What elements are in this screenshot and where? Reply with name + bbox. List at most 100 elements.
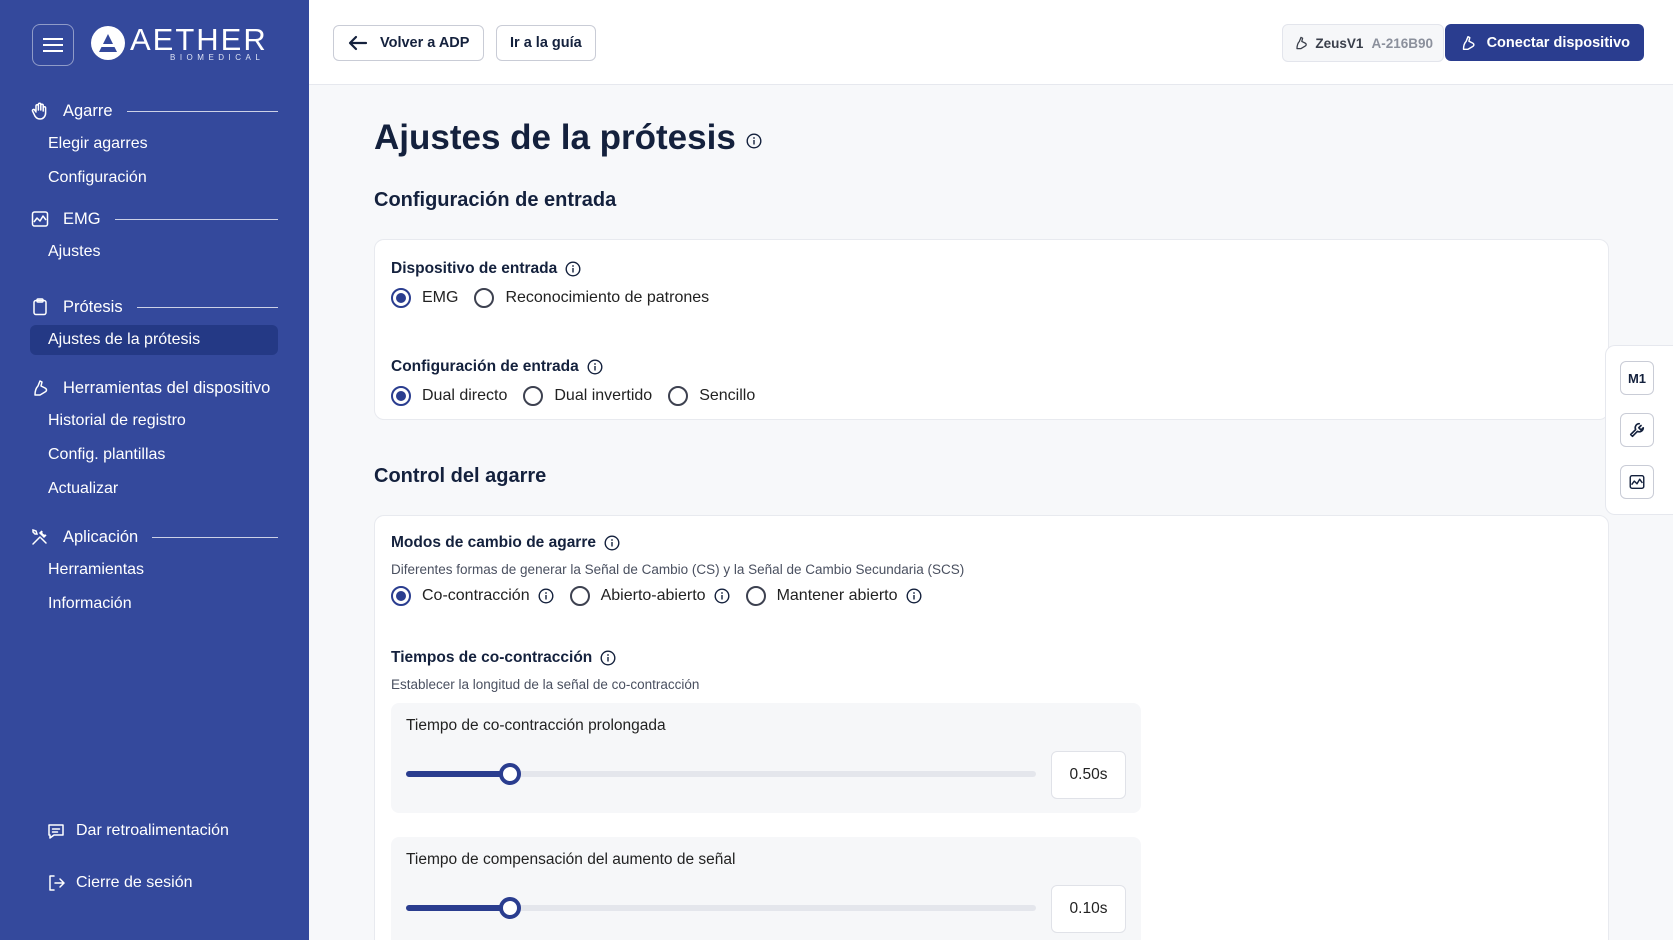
- radio-dot[interactable]: [474, 288, 495, 308]
- info-icon[interactable]: [906, 588, 922, 604]
- sidebar-item-ajustes[interactable]: Ajustes: [30, 237, 278, 267]
- section-title-input: Configuración de entrada: [374, 189, 617, 211]
- right-tool-rail: M1: [1605, 345, 1673, 515]
- radio-label: Dual invertido: [554, 387, 653, 404]
- back-to-adp-button[interactable]: Volver a ADP: [333, 25, 485, 61]
- sidebar-item-historial-registro[interactable]: Historial de registro: [30, 406, 278, 436]
- wrench-button[interactable]: [1620, 413, 1654, 447]
- nav-heading-label: Herramientas del dispositivo: [63, 378, 271, 397]
- nav-heading-label: EMG: [63, 209, 101, 228]
- nav-heading-protesis: Prótesis: [30, 293, 278, 321]
- radio-emg[interactable]: EMG: [391, 288, 458, 308]
- radio-label: Dual directo: [422, 387, 508, 404]
- nav-heading-label: Agarre: [63, 101, 113, 120]
- slider-thumb[interactable]: [498, 897, 521, 919]
- radio-label: Abierto-abierto: [600, 587, 706, 604]
- tools-icon: [30, 527, 50, 547]
- radio-dot[interactable]: [391, 386, 411, 406]
- sidebar-item-elegir-agarres[interactable]: Elegir agarres: [30, 129, 278, 159]
- nav-heading-label: Prótesis: [63, 297, 123, 316]
- sidebar-item-actualizar[interactable]: Actualizar: [30, 474, 278, 504]
- info-icon[interactable]: [714, 588, 730, 604]
- prosthesis-icon: [30, 378, 50, 398]
- radio-dot[interactable]: [391, 288, 411, 308]
- divider: [152, 536, 278, 538]
- radio-label: Mantener abierto: [776, 587, 898, 604]
- chat-feedback-icon: [46, 821, 66, 841]
- slider-label: Tiempo de compensación del aumento de se…: [406, 851, 736, 868]
- slider-thumb[interactable]: [498, 763, 521, 785]
- clipboard-icon: [30, 297, 50, 317]
- slider-track[interactable]: [406, 763, 1036, 785]
- radio-pattern-recognition[interactable]: Reconocimiento de patrones: [474, 288, 709, 308]
- grip-modes-radio-group: Co-contracción Abierto-abierto Mantener …: [391, 586, 938, 606]
- hand-icon: [30, 101, 50, 121]
- connect-device-button[interactable]: Conectar dispositivo: [1444, 24, 1644, 61]
- aether-logo: AETHER BIOMEDICAL: [90, 24, 268, 62]
- field-label-input-device: Dispositivo de entrada: [391, 260, 581, 278]
- radio-label: Co-contracción: [422, 587, 530, 604]
- nav-heading-agarre: Agarre: [30, 97, 278, 125]
- emg-chart-icon: [1629, 474, 1645, 490]
- radio-open-open[interactable]: Abierto-abierto: [569, 586, 730, 606]
- page-title-text: Ajustes de la prótesis: [374, 118, 736, 157]
- page-title: Ajustes de la prótesis: [374, 118, 762, 158]
- radio-hold-open[interactable]: Mantener abierto: [745, 586, 922, 606]
- info-icon[interactable]: [538, 588, 554, 604]
- main-content: Ajustes de la prótesis Configuración de …: [309, 85, 1673, 940]
- slider-label: Tiempo de co-contracción prolongada: [406, 717, 666, 734]
- radio-dual-inverted[interactable]: Dual invertido: [523, 386, 652, 406]
- back-button-label: Volver a ADP: [380, 35, 470, 51]
- field-label-text: Dispositivo de entrada: [391, 260, 558, 277]
- slider-long-co-contraction: Tiempo de co-contracción prolongada 0.50…: [391, 703, 1141, 813]
- radio-dot[interactable]: [391, 586, 411, 606]
- m1-button[interactable]: M1: [1620, 361, 1654, 395]
- radio-single[interactable]: Sencillo: [668, 386, 755, 406]
- logout-link[interactable]: Cierre de sesión: [46, 873, 193, 893]
- device-id: A-216B90: [1371, 35, 1433, 51]
- radio-dual-direct[interactable]: Dual directo: [391, 386, 507, 406]
- info-icon[interactable]: [587, 359, 603, 375]
- wrench-icon: [1629, 422, 1645, 438]
- nav-section-emg: EMG Ajustes: [30, 205, 278, 267]
- brand-name: AETHER: [130, 22, 268, 57]
- radio-dot[interactable]: [569, 586, 590, 606]
- slider-value-input[interactable]: 0.50s: [1051, 751, 1126, 799]
- sidebar-item-configuracion[interactable]: Configuración: [30, 163, 278, 193]
- emg-view-button[interactable]: [1620, 465, 1654, 499]
- radio-label: Reconocimiento de patrones: [505, 289, 710, 306]
- feedback-label: Dar retroalimentación: [76, 822, 229, 839]
- nav-heading-emg: EMG: [30, 205, 278, 233]
- slider-fill: [406, 771, 510, 777]
- go-to-guide-button[interactable]: Ir a la guía: [496, 25, 596, 61]
- menu-toggle-button[interactable]: [32, 24, 74, 66]
- radio-dot[interactable]: [668, 386, 689, 406]
- brand-subtitle: BIOMEDICAL: [170, 53, 265, 62]
- divider: [126, 110, 278, 112]
- grip-control-card: Modos de cambio de agarre Diferentes for…: [374, 515, 1609, 940]
- info-icon[interactable]: [746, 132, 762, 149]
- radio-dot[interactable]: [745, 586, 766, 606]
- feedback-link[interactable]: Dar retroalimentación: [46, 821, 229, 841]
- info-icon[interactable]: [565, 261, 581, 277]
- slider-track[interactable]: [406, 897, 1036, 919]
- slider-signal-rise-compensation: Tiempo de compensación del aumento de se…: [391, 837, 1141, 940]
- radio-dot[interactable]: [523, 386, 544, 406]
- radio-co-contraction[interactable]: Co-contracción: [391, 586, 554, 606]
- slider-value-input[interactable]: 0.10s: [1051, 885, 1126, 933]
- info-icon[interactable]: [604, 535, 620, 551]
- divider: [136, 306, 278, 308]
- divider: [114, 218, 278, 220]
- emg-chart-icon: [30, 209, 50, 229]
- nav-section-herramientas-dispositivo: Herramientas del dispositivo Historial d…: [30, 374, 278, 504]
- field-label-grip-modes: Modos de cambio de agarre: [391, 534, 620, 552]
- sidebar-item-herramientas[interactable]: Herramientas: [30, 555, 278, 585]
- radio-label: Sencillo: [699, 387, 756, 404]
- sidebar-item-ajustes-protesis[interactable]: Ajustes de la prótesis: [30, 325, 278, 355]
- sidebar-item-informacion[interactable]: Información: [30, 589, 278, 619]
- sidebar-item-config-plantillas[interactable]: Config. plantillas: [30, 440, 278, 470]
- field-label-text: Configuración de entrada: [391, 358, 579, 375]
- info-icon[interactable]: [600, 650, 616, 666]
- nav-heading-aplicacion: Aplicación: [30, 523, 278, 551]
- input-config-card: Dispositivo de entrada EMG Reconocimient…: [374, 239, 1609, 420]
